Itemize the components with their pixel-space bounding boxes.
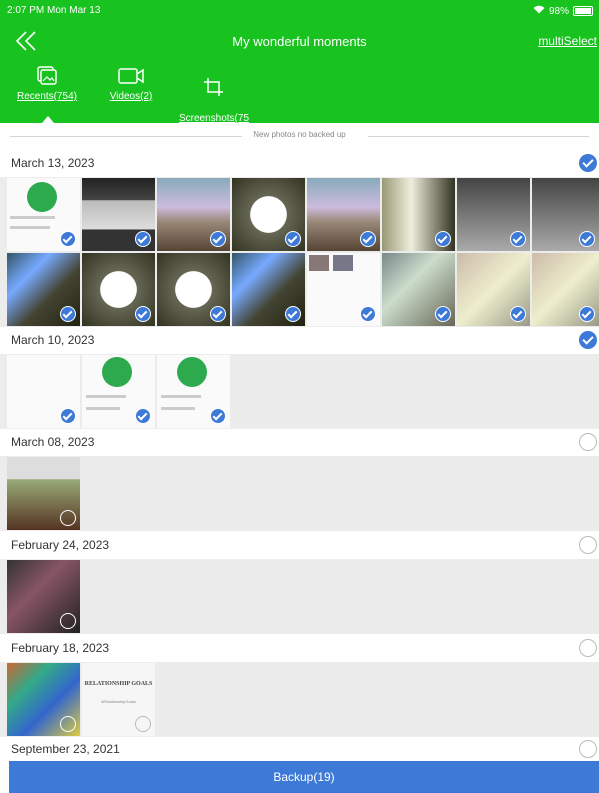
date-group-header[interactable]: February 18, 2023	[0, 636, 599, 660]
select-all-checkbox[interactable]	[579, 154, 597, 172]
selected-checkmark-icon[interactable]	[60, 408, 76, 424]
selected-checkmark-icon[interactable]	[135, 306, 151, 322]
battery-percent: 98%	[548, 5, 569, 17]
date-group-header[interactable]: February 24, 2023	[0, 533, 599, 557]
selected-checkmark-icon[interactable]	[135, 408, 151, 424]
photo-thumbnail[interactable]	[157, 355, 230, 428]
photo-grid	[0, 177, 599, 327]
date-label: March 13, 2023	[11, 156, 95, 170]
date-group-header[interactable]: March 08, 2023	[0, 430, 599, 454]
status-bar: 2:07 PM Mon Mar 13 98%	[0, 0, 599, 20]
backup-notice: New photos no backed up	[0, 129, 599, 143]
photo-grid	[0, 559, 599, 634]
photo-thumbnail[interactable]	[532, 178, 599, 251]
photo-thumbnail[interactable]	[382, 253, 455, 326]
selected-checkmark-icon[interactable]	[435, 231, 451, 247]
tab-recents[interactable]: Recents(754)	[12, 66, 82, 102]
unselected-checkbox-icon[interactable]	[60, 510, 76, 526]
photo-thumbnail[interactable]	[7, 560, 80, 633]
photo-thumbnail[interactable]	[82, 355, 155, 428]
date-label: February 18, 2023	[11, 641, 110, 655]
photo-thumbnail[interactable]	[157, 253, 230, 326]
photo-grid	[0, 456, 599, 531]
date-group-header[interactable]: March 10, 2023	[0, 328, 599, 352]
tab-screenshots[interactable]: Screenshots(75 2)	[170, 66, 258, 135]
date-label: February 24, 2023	[11, 538, 110, 552]
photo-thumbnail[interactable]	[457, 178, 530, 251]
battery-icon	[573, 6, 593, 16]
selected-checkmark-icon[interactable]	[510, 306, 526, 322]
selected-checkmark-icon[interactable]	[579, 306, 595, 322]
photo-thumbnail[interactable]	[7, 663, 80, 736]
selected-checkmark-icon[interactable]	[60, 231, 76, 247]
page-title: My wonderful moments	[232, 34, 367, 49]
date-group-header[interactable]: September 23, 2021	[0, 737, 599, 761]
selected-checkmark-icon[interactable]	[285, 306, 301, 322]
photo-thumbnail[interactable]	[457, 253, 530, 326]
photo-album-icon	[37, 66, 57, 85]
photo-thumbnail[interactable]	[82, 253, 155, 326]
tab-videos[interactable]: Videos(2)	[104, 66, 158, 102]
selected-checkmark-icon[interactable]	[60, 306, 76, 322]
selected-checkmark-icon[interactable]	[285, 231, 301, 247]
backup-button[interactable]: Backup(19)	[9, 761, 599, 793]
unselected-checkbox-icon[interactable]	[60, 716, 76, 732]
photo-grid	[0, 354, 599, 429]
unselected-checkbox-icon[interactable]	[60, 613, 76, 629]
date-label: September 23, 2021	[11, 742, 120, 756]
selected-checkmark-icon[interactable]	[435, 306, 451, 322]
photo-thumbnail[interactable]	[157, 178, 230, 251]
photo-thumbnail[interactable]	[307, 253, 380, 326]
photo-thumbnail[interactable]	[82, 178, 155, 251]
date-label: March 08, 2023	[11, 435, 95, 449]
selected-checkmark-icon[interactable]	[510, 231, 526, 247]
photo-thumbnail[interactable]: RELATIONSHIP GOALS #RelationshipGoals	[82, 663, 155, 736]
select-all-checkbox[interactable]	[579, 331, 597, 349]
tab-videos-label: Videos(2)	[109, 91, 153, 102]
backup-notice-text: New photos no backed up	[253, 130, 346, 139]
select-all-checkbox[interactable]	[579, 740, 597, 758]
select-all-checkbox[interactable]	[579, 639, 597, 657]
active-tab-indicator	[42, 116, 54, 123]
photo-thumbnail[interactable]	[232, 178, 305, 251]
video-camera-icon	[118, 68, 144, 84]
photo-grid: RELATIONSHIP GOALS #RelationshipGoals	[0, 662, 599, 737]
selected-checkmark-icon[interactable]	[135, 231, 151, 247]
photo-thumbnail[interactable]	[532, 253, 599, 326]
tab-recents-label: Recents(754)	[16, 91, 78, 102]
status-time: 2:07 PM Mon Mar 13	[7, 5, 101, 16]
photo-thumbnail[interactable]	[307, 178, 380, 251]
wifi-icon	[533, 5, 545, 17]
photo-thumbnail[interactable]	[382, 178, 455, 251]
unselected-checkbox-icon[interactable]	[135, 716, 151, 732]
thumb-caption: RELATIONSHIP GOALS	[84, 681, 153, 687]
photo-thumbnail[interactable]	[7, 457, 80, 530]
photo-thumbnail[interactable]	[232, 253, 305, 326]
date-group-header[interactable]: March 13, 2023	[0, 151, 599, 175]
selected-checkmark-icon[interactable]	[579, 231, 595, 247]
selected-checkmark-icon[interactable]	[360, 231, 376, 247]
selected-checkmark-icon[interactable]	[210, 408, 226, 424]
selected-checkmark-icon[interactable]	[210, 231, 226, 247]
photo-thumbnail[interactable]	[7, 253, 80, 326]
selected-checkmark-icon[interactable]	[210, 306, 226, 322]
select-all-checkbox[interactable]	[579, 536, 597, 554]
app-header: 2:07 PM Mon Mar 13 98% My wonderful mome…	[0, 0, 599, 135]
photo-thumbnail[interactable]	[7, 355, 80, 428]
photo-thumbnail[interactable]	[7, 178, 80, 251]
multiselect-button[interactable]: multiSelect	[538, 34, 597, 48]
date-label: March 10, 2023	[11, 333, 95, 347]
select-all-checkbox[interactable]	[579, 433, 597, 451]
thumb-hashtag: #RelationshipGoals	[101, 699, 136, 704]
crop-icon	[204, 78, 223, 96]
selected-checkmark-icon[interactable]	[360, 306, 376, 322]
